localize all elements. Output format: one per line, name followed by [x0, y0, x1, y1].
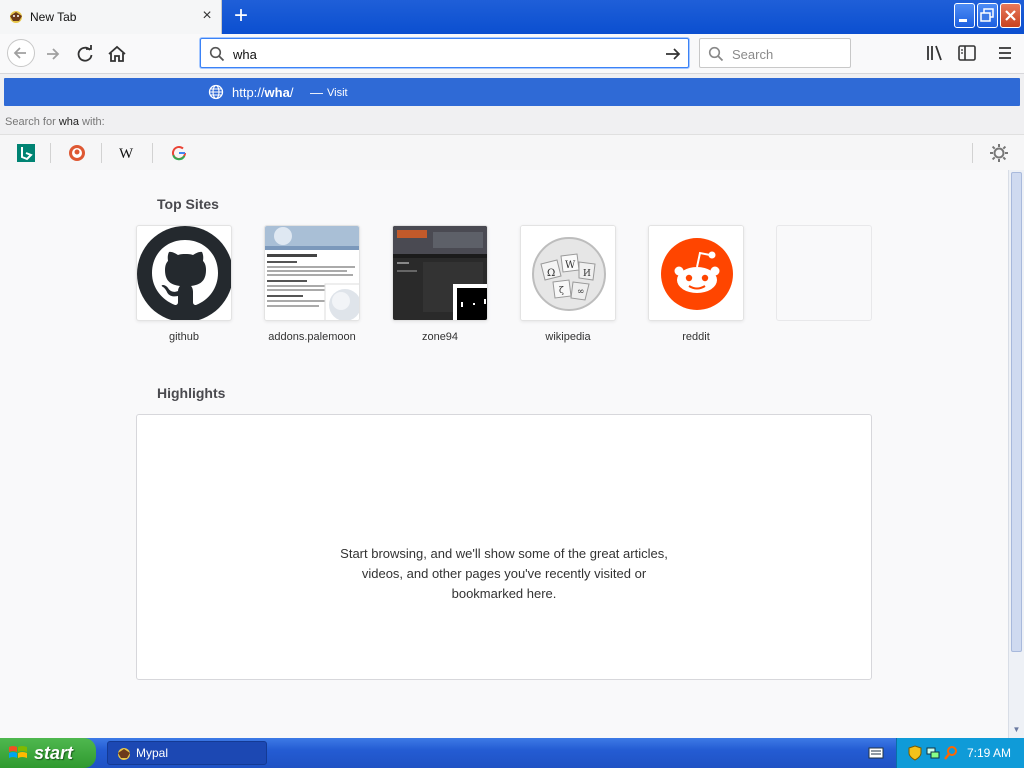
- url-input[interactable]: [233, 45, 653, 63]
- url-bar[interactable]: [200, 38, 689, 68]
- gear-icon[interactable]: [988, 142, 1010, 164]
- github-icon: [137, 226, 231, 320]
- vertical-scrollbar[interactable]: ▼: [1008, 170, 1024, 738]
- url-autocomplete-popup: http://wha/ — Visit Search for wha with:…: [0, 74, 1024, 170]
- engine-separator: [50, 143, 51, 163]
- search-icon: [209, 46, 225, 62]
- moon-browser-icon: [10, 11, 22, 23]
- taskbar: start Mypal 7:19 AM: [0, 738, 1024, 768]
- taskbar-item-mypal[interactable]: Mypal: [107, 741, 267, 765]
- autocomplete-action: Visit: [327, 87, 348, 99]
- sidebar-icon[interactable]: [956, 42, 978, 64]
- highlights-empty-state: Start browsing, and we'll show some of t…: [136, 414, 872, 680]
- autocomplete-result-visit[interactable]: http://wha/ — Visit: [4, 78, 1020, 106]
- top-site-label: addons.palemoon: [268, 331, 356, 343]
- autocomplete-result-url: http://wha/: [232, 85, 294, 100]
- top-site-tile: [136, 225, 232, 321]
- library-icon[interactable]: [924, 42, 946, 64]
- windows-flag-icon: [9, 746, 27, 758]
- search-input[interactable]: [732, 45, 842, 63]
- home-button[interactable]: [105, 42, 129, 66]
- go-arrow-icon[interactable]: [664, 45, 682, 63]
- top-site-tile-placeholder: [776, 225, 872, 321]
- maximize-button[interactable]: [977, 3, 998, 28]
- top-site-empty: [776, 225, 872, 331]
- maximize-icon: [980, 8, 994, 22]
- tab-new-tab[interactable]: New Tab ×: [0, 0, 222, 34]
- close-icon: [1005, 10, 1016, 21]
- back-button[interactable]: [7, 39, 35, 67]
- shield-icon[interactable]: [907, 745, 923, 761]
- svg-text:ζ: ζ: [559, 286, 564, 296]
- one-off-search-engines: W: [0, 134, 1024, 170]
- clock: 7:19 AM: [967, 746, 1012, 760]
- wikipedia-globe-icon: Ω W И ζ ∞: [521, 226, 615, 320]
- top-site-label: zone94: [421, 331, 459, 343]
- addons-palemoon-thumbnail: [265, 226, 359, 320]
- scroll-down-icon[interactable]: ▼: [1011, 724, 1022, 736]
- top-site-label: wikipedia: [545, 331, 591, 343]
- close-window-button[interactable]: [1000, 3, 1021, 28]
- system-tray: 7:19 AM: [896, 738, 1024, 768]
- top-site-tile: [648, 225, 744, 321]
- top-site-tile: Ω W И ζ ∞: [520, 225, 616, 321]
- search-bar[interactable]: [699, 38, 851, 68]
- reload-icon: [77, 45, 93, 62]
- scrollbar-thumb[interactable]: [1011, 172, 1022, 652]
- back-icon: [13, 47, 26, 59]
- search-tray-icon[interactable]: [943, 745, 959, 761]
- bing-icon[interactable]: [15, 142, 37, 164]
- duckduckgo-icon[interactable]: [66, 142, 88, 164]
- moon-browser-icon: [118, 748, 130, 760]
- top-site-tile: [264, 225, 360, 321]
- minimize-icon: [959, 19, 967, 22]
- start-label: start: [34, 743, 74, 763]
- svg-text:W: W: [119, 146, 134, 162]
- title-bar: New Tab × +: [0, 0, 1024, 34]
- zone94-thumbnail: [393, 226, 487, 320]
- forward-icon: [47, 48, 60, 60]
- highlights-message: Start browsing, and we'll show some of t…: [340, 546, 668, 601]
- autocomplete-separator: —: [310, 85, 323, 100]
- start-button[interactable]: start: [0, 738, 96, 768]
- reload-button[interactable]: [73, 42, 97, 66]
- svg-text:Ω: Ω: [547, 268, 555, 279]
- taskbar-item-label: Mypal: [136, 746, 169, 760]
- google-icon[interactable]: [168, 142, 190, 164]
- minimize-button[interactable]: [954, 3, 975, 28]
- globe-icon: [208, 84, 224, 100]
- search-icon: [708, 46, 724, 62]
- top-site-reddit[interactable]: reddit: [648, 225, 744, 343]
- svg-text:W: W: [565, 260, 576, 271]
- wikipedia-icon[interactable]: W: [116, 142, 138, 164]
- search-for-label: Search for wha with:: [5, 116, 105, 128]
- menu-icon[interactable]: [994, 42, 1016, 64]
- engine-separator: [101, 143, 102, 163]
- new-tab-page: Top Sites github addons.palemoon zone94 …: [0, 170, 1008, 738]
- new-tab-button[interactable]: +: [228, 4, 254, 30]
- top-site-zone94[interactable]: zone94: [392, 225, 488, 343]
- svg-text:И: И: [583, 269, 591, 279]
- nav-toolbar: [0, 34, 1024, 74]
- svg-text:∞: ∞: [577, 287, 585, 297]
- top-sites-title: Top Sites: [157, 196, 219, 212]
- engine-separator: [972, 143, 973, 163]
- top-site-label: github: [169, 331, 199, 343]
- engine-separator: [152, 143, 153, 163]
- home-icon: [108, 45, 126, 62]
- reddit-icon: [649, 226, 743, 320]
- tab-title: New Tab: [30, 10, 77, 24]
- forward-button[interactable]: [41, 42, 65, 66]
- top-site-addons-palemoon[interactable]: addons.palemoon: [264, 225, 360, 343]
- tab-close-icon[interactable]: ×: [199, 8, 215, 24]
- top-site-github[interactable]: github: [136, 225, 232, 343]
- highlights-title: Highlights: [157, 385, 226, 401]
- keyboard-icon[interactable]: [868, 746, 884, 760]
- top-site-wikipedia[interactable]: Ω W И ζ ∞ wikipedia: [520, 225, 616, 343]
- top-site-label: reddit: [682, 331, 710, 343]
- network-icon[interactable]: [925, 745, 941, 761]
- top-site-tile: [392, 225, 488, 321]
